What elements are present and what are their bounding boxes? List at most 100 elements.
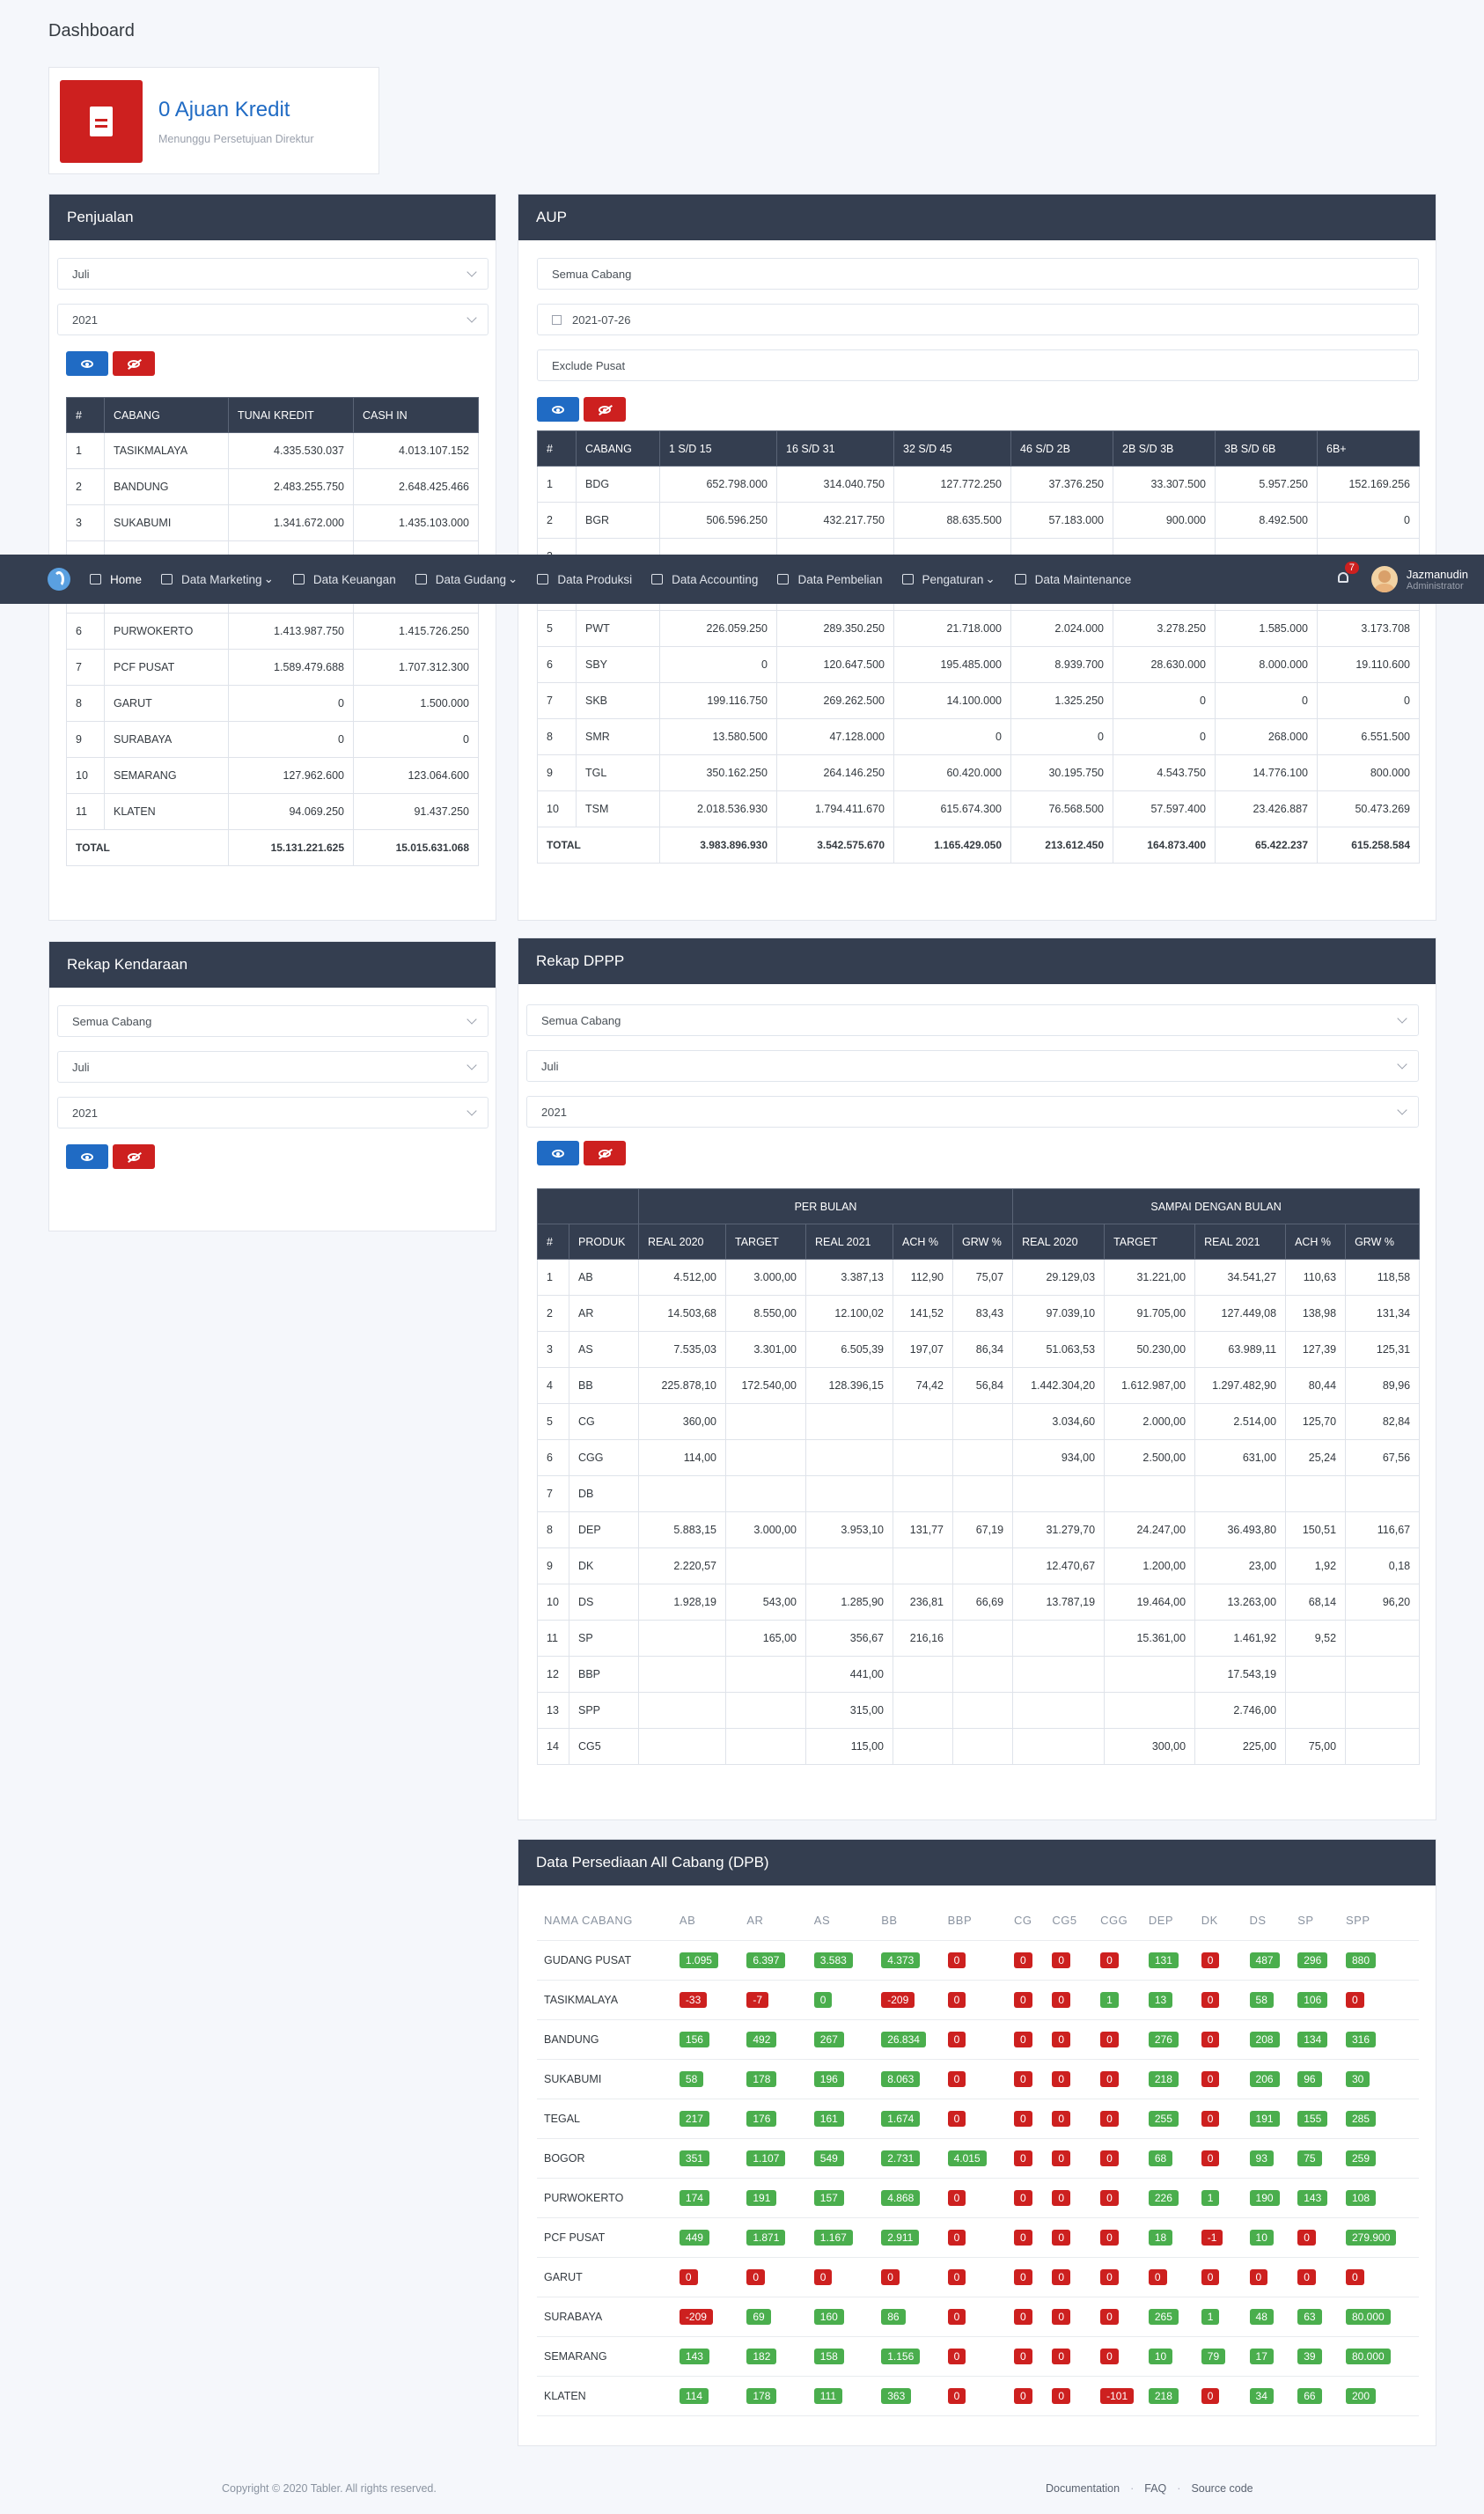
column-header[interactable]: # [537,430,577,467]
column-header[interactable]: REAL 2021 [1194,1224,1287,1260]
stock-badge: 0 [881,2268,900,2285]
month-select[interactable]: Juli [526,1050,1419,1082]
total-cell: 164.873.400 [1113,827,1216,864]
column-header[interactable]: 3B S/D 6B [1215,430,1318,467]
column-header[interactable]: 16 S/D 31 [776,430,894,467]
column-header[interactable]: 2B S/D 3B [1113,430,1216,467]
view-button[interactable] [66,351,108,376]
nav-item-data-accounting[interactable]: Data Accounting [651,572,758,586]
branch-select[interactable]: Semua Cabang [526,1004,1419,1036]
table-cell: 34 [1242,2376,1291,2416]
month-select[interactable]: Juli [57,1051,489,1083]
hide-button[interactable] [113,1144,155,1169]
month-select[interactable]: Juli [57,258,489,290]
exclude-select[interactable]: Exclude Pusat [537,349,1419,381]
hide-button[interactable] [584,397,626,422]
date-input[interactable]: 2021-07-26 [537,304,1419,335]
total-row: TOTAL 3.983.896.930 3.542.575.670 1.165.429… [537,827,1420,864]
column-header[interactable]: REAL 2020 [1012,1224,1106,1260]
column-header [537,1188,639,1224]
table-cell: 19.464,00 [1104,1584,1196,1621]
hide-button[interactable] [584,1141,626,1165]
column-header[interactable]: NAMA CABANG [537,1901,672,1941]
footer-link-source[interactable]: Source code [1191,2482,1253,2495]
stock-badge: 39 [1297,2348,1322,2364]
column-header[interactable]: 6B+ [1317,430,1420,467]
table-cell: PURWOKERTO [537,2178,672,2218]
view-button[interactable] [66,1144,108,1169]
column-header[interactable]: CASH IN [353,397,479,433]
settings-icon [901,574,914,584]
column-header[interactable]: DS [1242,1901,1291,1941]
column-header[interactable]: CABANG [104,397,229,433]
column-header[interactable]: CGG [1093,1901,1142,1941]
footer-link-faq[interactable]: FAQ [1144,2482,1166,2495]
column-header[interactable]: 32 S/D 45 [893,430,1011,467]
table-cell [951,1656,1014,1693]
avatar[interactable] [1370,566,1398,592]
column-header[interactable]: AR [739,1901,807,1941]
column-header[interactable]: REAL 2021 [805,1224,893,1260]
column-header[interactable]: GRW % [951,1224,1014,1260]
column-header[interactable]: CG [1007,1901,1046,1941]
bell-icon[interactable]: 7 [1337,562,1360,586]
stock-badge: 0 [1201,1991,1220,2008]
branch-select[interactable]: Semua Cabang [537,258,1419,290]
table-cell [951,1475,1014,1512]
nav-item-pengaturan[interactable]: Pengaturan ⌄ [901,572,995,586]
table-row: 6 PURWOKERTO 1.413.987.750 1.415.726.250 [66,613,479,650]
nav-item-data-maintenance[interactable]: Data Maintenance [1014,572,1131,586]
column-header[interactable]: ACH % [1285,1224,1347,1260]
column-header[interactable]: # [537,1224,569,1260]
footer-link-documentation[interactable]: Documentation [1046,2482,1120,2495]
column-header[interactable]: REAL 2020 [638,1224,726,1260]
column-header[interactable]: BBP [940,1901,1008,1941]
branch-select[interactable]: Semua Cabang [57,1005,489,1037]
hide-button[interactable] [113,351,155,376]
column-header[interactable]: GRW % [1345,1224,1421,1260]
year-select[interactable]: 2021 [526,1096,1419,1128]
column-header[interactable]: PRODUK [569,1224,639,1260]
table-cell: 3.301,00 [725,1331,806,1368]
column-header[interactable]: CG5 [1045,1901,1094,1941]
stock-badge: 0 [813,2268,833,2285]
column-header[interactable]: SPP [1338,1901,1419,1941]
column-header[interactable]: TARGET [725,1224,806,1260]
column-header[interactable]: AB [672,1901,740,1941]
column-header[interactable]: 1 S/D 15 [659,430,777,467]
stock-badge: 0 [1014,2268,1032,2285]
nav-item-data-gudang[interactable]: Data Gudang ⌄ [415,572,518,586]
column-header[interactable]: BB [874,1901,941,1941]
column-header[interactable]: 46 S/D 2B [1010,430,1113,467]
table-cell: 934,00 [1012,1439,1106,1476]
table-cell: 125,70 [1285,1403,1347,1440]
year-select[interactable]: 2021 [57,304,489,335]
nav-item-data-keuangan[interactable]: Data Keuangan [292,572,396,586]
total-cell: 615.258.584 [1317,827,1420,864]
table-cell: 2.024.000 [1010,610,1113,647]
column-header[interactable]: ACH % [893,1224,953,1260]
table-cell: 0 [1007,2376,1046,2416]
summary-card[interactable]: 0 Ajuan Kredit Menunggu Persetujuan Dire… [48,67,379,174]
column-header[interactable]: TUNAI KREDIT [228,397,354,433]
view-button[interactable] [537,1141,579,1165]
table-cell: 66,69 [951,1584,1014,1621]
table-cell: 30 [1338,2059,1419,2099]
column-header[interactable]: DEP [1141,1901,1194,1941]
wallet-icon [292,574,305,584]
nav-item-data-pembelian[interactable]: Data Pembelian [777,572,883,586]
nav-item-data-marketing[interactable]: Data Marketing ⌄ [161,572,274,586]
table-cell: 83,43 [951,1295,1014,1332]
table-cell: 3.953,10 [805,1511,893,1548]
column-header[interactable]: DK [1194,1901,1243,1941]
logo-icon[interactable] [48,568,70,591]
nav-item-data-produksi[interactable]: Data Produksi [537,572,632,586]
column-header[interactable]: # [66,397,105,433]
view-button[interactable] [537,397,579,422]
column-header[interactable]: AS [806,1901,875,1941]
column-header[interactable]: CABANG [576,430,660,467]
nav-item-home[interactable]: Home [90,572,142,586]
year-select[interactable]: 2021 [57,1097,489,1128]
column-header[interactable]: TARGET [1104,1224,1196,1260]
column-header[interactable]: SP [1290,1901,1339,1941]
